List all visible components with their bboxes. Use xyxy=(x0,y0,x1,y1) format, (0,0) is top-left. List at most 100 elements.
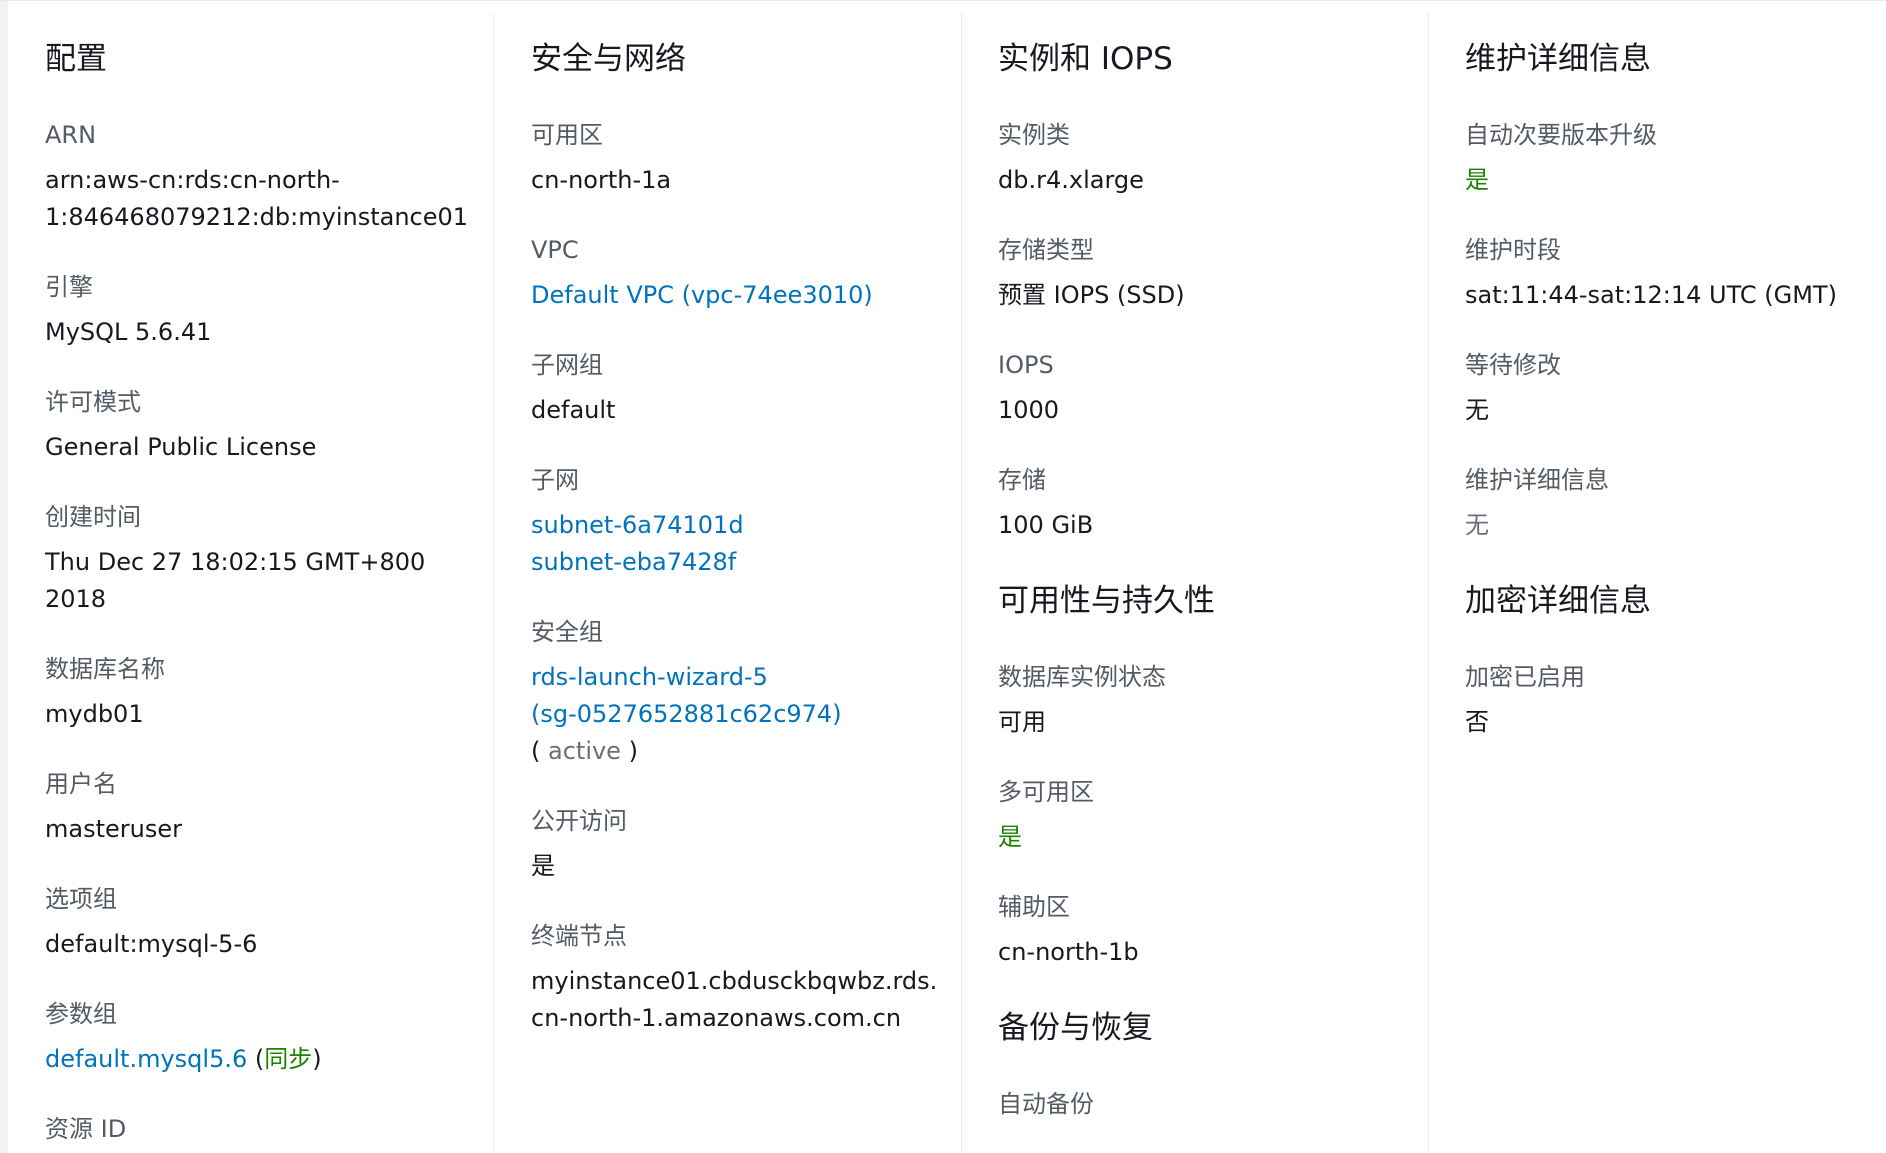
security-network-heading: 安全与网络 xyxy=(531,41,686,77)
auto-minor-upgrade-label: 自动次要版本升级 xyxy=(1465,121,1657,149)
maintenance-heading: 维护详细信息 xyxy=(1465,41,1651,77)
endpoint-label: 终端节点 xyxy=(531,922,627,950)
column-divider xyxy=(961,13,962,1153)
security-group-status-text: active xyxy=(548,737,621,765)
arn-value-line2: 1:846468079212:db:myinstance01 xyxy=(45,203,469,231)
auto-minor-upgrade-field: 自动次要版本升级 是 xyxy=(1465,120,1885,199)
arn-value: arn:aws-cn:rds:cn-north- 1:846468079212:… xyxy=(45,162,485,236)
instance-class-value: db.r4.xlarge xyxy=(998,166,1144,194)
paren-open: ( xyxy=(531,737,548,765)
subnet-link[interactable]: subnet-6a74101d xyxy=(531,507,951,544)
automated-backups-label: 自动备份 xyxy=(998,1090,1094,1118)
secondary-zone-value: cn-north-1b xyxy=(998,938,1139,966)
availability-durability-heading: 可用性与持久性 xyxy=(998,583,1215,619)
maintenance-window-value: sat:11:44-sat:12:14 UTC (GMT) xyxy=(1465,281,1837,309)
storage-field: 存储 100 GiB xyxy=(998,465,1418,544)
instance-class-field: 实例类 db.r4.xlarge xyxy=(998,120,1418,199)
secondary-zone-label: 辅助区 xyxy=(998,893,1070,921)
license-field: 许可模式 General Public License xyxy=(45,387,485,466)
encryption-heading: 加密详细信息 xyxy=(1465,583,1651,619)
instance-class-label: 实例类 xyxy=(998,121,1070,149)
public-access-label: 公开访问 xyxy=(531,807,627,835)
public-access-field: 公开访问 是 xyxy=(531,806,951,885)
column-divider xyxy=(1428,13,1429,1153)
resource-id-label: 资源 ID xyxy=(45,1115,127,1143)
vpc-field: VPC Default VPC (vpc-74ee3010) xyxy=(531,235,951,314)
storage-type-label: 存储类型 xyxy=(998,236,1094,264)
security-group-status: ( active ) xyxy=(531,733,951,770)
license-label: 许可模式 xyxy=(45,388,141,416)
arn-value-line1: arn:aws-cn:rds:cn-north- xyxy=(45,166,340,194)
created-time-value: Thu Dec 27 18:02:15 GMT+800 2018 xyxy=(45,544,485,618)
security-group-value: rds-launch-wizard-5 (sg-0527652881c62c97… xyxy=(531,659,951,770)
public-access-value: 是 xyxy=(531,852,555,880)
left-edge-border xyxy=(0,1,8,1153)
endpoint-line2: cn-north-1.amazonaws.com.cn xyxy=(531,1004,902,1032)
automated-backups-field: 自动备份 xyxy=(998,1089,1418,1119)
db-name-value: mydb01 xyxy=(45,700,144,728)
configuration-column: 配置 ARN arn:aws-cn:rds:cn-north- 1:846468… xyxy=(45,1,485,1153)
pending-modifications-label: 等待修改 xyxy=(1465,351,1561,379)
resource-id-field: 资源 ID xyxy=(45,1114,485,1144)
rds-instance-details-panel: 配置 ARN arn:aws-cn:rds:cn-north- 1:846468… xyxy=(0,0,1886,1153)
maintenance-details-field: 维护详细信息 无 xyxy=(1465,465,1885,544)
auto-minor-upgrade-value: 是 xyxy=(1465,166,1489,194)
multi-az-label: 多可用区 xyxy=(998,778,1094,806)
created-time-label: 创建时间 xyxy=(45,503,141,531)
endpoint-value: myinstance01.cbdusckbqwbz.rds. cn-north-… xyxy=(531,963,951,1037)
endpoint-field: 终端节点 myinstance01.cbdusckbqwbz.rds. cn-n… xyxy=(531,921,951,1037)
maintenance-column: 维护详细信息 自动次要版本升级 是 维护时段 sat:11:44-sat:12:… xyxy=(1465,1,1885,777)
storage-value: 100 GiB xyxy=(998,511,1094,539)
security-network-column: 安全与网络 可用区 cn-north-1a VPC Default VPC (v… xyxy=(531,1,951,1073)
security-group-link-name[interactable]: rds-launch-wizard-5 xyxy=(531,659,951,696)
db-name-label: 数据库名称 xyxy=(45,655,165,683)
iops-field: IOPS 1000 xyxy=(998,350,1418,429)
storage-type-field: 存储类型 预置 IOPS (SSD) xyxy=(998,235,1418,314)
encryption-enabled-label: 加密已启用 xyxy=(1465,663,1585,691)
db-name-field: 数据库名称 mydb01 xyxy=(45,654,485,733)
parameter-group-field: 参数组 default.mysql5.6 (同步) xyxy=(45,999,485,1078)
iops-value: 1000 xyxy=(998,396,1060,424)
created-time-field: 创建时间 Thu Dec 27 18:02:15 GMT+800 2018 xyxy=(45,502,485,618)
db-instance-status-value: 可用 xyxy=(998,708,1046,736)
availability-zone-label: 可用区 xyxy=(531,121,603,149)
column-divider xyxy=(493,13,494,1153)
subnet-group-label: 子网组 xyxy=(531,351,603,379)
parameter-group-value: default.mysql5.6 (同步) xyxy=(45,1041,485,1078)
instance-iops-column: 实例和 IOPS 实例类 db.r4.xlarge 存储类型 预置 IOPS (… xyxy=(998,1,1418,1153)
security-group-label: 安全组 xyxy=(531,618,603,646)
parameter-group-link[interactable]: default.mysql5.6 xyxy=(45,1045,247,1073)
paren-close: ) xyxy=(312,1045,322,1073)
security-group-field: 安全组 rds-launch-wizard-5 (sg-0527652881c6… xyxy=(531,617,951,770)
availability-zone-field: 可用区 cn-north-1a xyxy=(531,120,951,199)
storage-type-value: 预置 IOPS (SSD) xyxy=(998,281,1185,309)
paren-open: ( xyxy=(247,1045,265,1073)
engine-field: 引擎 MySQL 5.6.41 xyxy=(45,272,485,351)
subnet-group-value: default xyxy=(531,396,616,424)
subnet-group-field: 子网组 default xyxy=(531,350,951,429)
instance-iops-heading: 实例和 IOPS xyxy=(998,41,1173,77)
configuration-heading: 配置 xyxy=(45,41,107,77)
backup-restore-heading: 备份与恢复 xyxy=(998,1010,1153,1046)
vpc-label: VPC xyxy=(531,236,579,264)
maintenance-window-field: 维护时段 sat:11:44-sat:12:14 UTC (GMT) xyxy=(1465,235,1885,314)
option-group-value: default:mysql-5-6 xyxy=(45,930,258,958)
username-field: 用户名 masteruser xyxy=(45,769,485,848)
secondary-zone-field: 辅助区 cn-north-1b xyxy=(998,892,1418,971)
engine-label: 引擎 xyxy=(45,273,93,301)
vpc-link[interactable]: Default VPC (vpc-74ee3010) xyxy=(531,281,873,309)
multi-az-field: 多可用区 是 xyxy=(998,777,1418,856)
created-time-line2: 2018 xyxy=(45,585,107,613)
multi-az-value: 是 xyxy=(998,823,1022,851)
subnet-link[interactable]: subnet-eba7428f xyxy=(531,544,951,581)
subnets-value: subnet-6a74101d subnet-eba7428f xyxy=(531,507,951,581)
vpc-value: Default VPC (vpc-74ee3010) xyxy=(531,277,951,314)
db-instance-status-field: 数据库实例状态 可用 xyxy=(998,662,1418,741)
option-group-field: 选项组 default:mysql-5-6 xyxy=(45,884,485,963)
subnets-field: 子网 subnet-6a74101d subnet-eba7428f xyxy=(531,465,951,581)
maintenance-details-label: 维护详细信息 xyxy=(1465,466,1609,494)
maintenance-details-value: 无 xyxy=(1465,511,1489,539)
security-group-link-id[interactable]: (sg-0527652881c62c974) xyxy=(531,696,951,733)
username-value: masteruser xyxy=(45,815,182,843)
arn-field: ARN arn:aws-cn:rds:cn-north- 1:846468079… xyxy=(45,120,485,236)
